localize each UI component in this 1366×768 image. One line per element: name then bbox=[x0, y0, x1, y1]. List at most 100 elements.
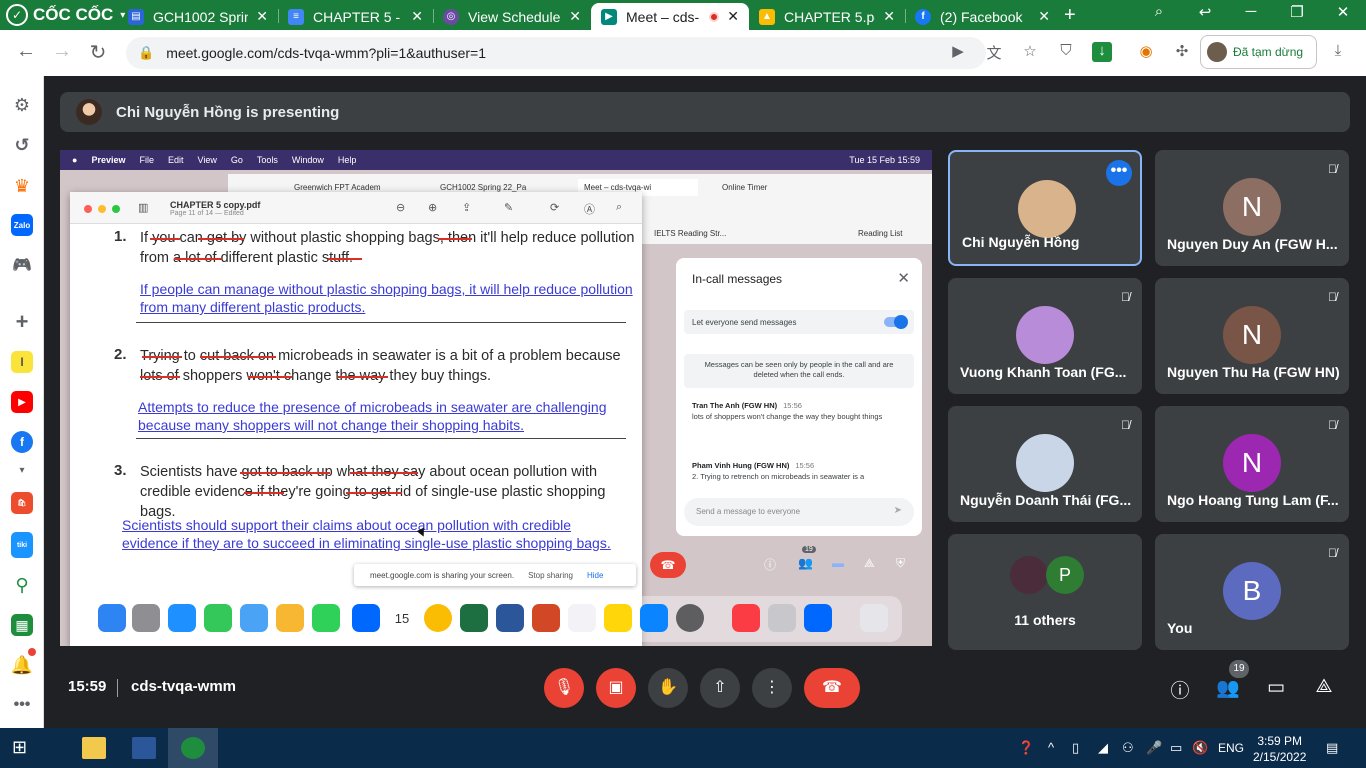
browser-tab-2[interactable]: ≡ CHAPTER 5 - Go ✕ bbox=[278, 3, 433, 30]
participant-tile[interactable]: 🎙̸ Vuong Khanh Toan (FG... bbox=[948, 278, 1142, 394]
youtube-icon[interactable]: ▶ bbox=[11, 391, 33, 413]
facebook-icon[interactable]: f bbox=[11, 431, 33, 453]
notification-bell-icon[interactable]: 🔔 bbox=[11, 654, 33, 676]
meeting-details-button[interactable]: ⓘ bbox=[1168, 676, 1192, 703]
bookmark-1: IELTS Reading Str... bbox=[654, 229, 727, 238]
chevron-down-icon[interactable]: ▾ bbox=[11, 459, 33, 481]
input-language[interactable]: ENG bbox=[1218, 741, 1244, 755]
network-icon[interactable]: ⚇ bbox=[1122, 740, 1134, 756]
puzzle-extensions-icon[interactable]: ✣ bbox=[1172, 42, 1192, 62]
activities-icon: ⟁ bbox=[1315, 676, 1333, 697]
participant-tile[interactable]: 🎙̸ N Ngo Hoang Tung Lam (F... bbox=[1155, 406, 1349, 522]
notifications-icon[interactable]: ▤ bbox=[1326, 740, 1338, 756]
avatar: N bbox=[1223, 178, 1281, 236]
raise-hand-button[interactable]: ✋ bbox=[648, 668, 688, 708]
extension-coccoc-icon[interactable]: ◉ bbox=[1136, 42, 1156, 62]
close-icon[interactable]: ✕ bbox=[1038, 8, 1050, 25]
download-tray-icon[interactable]: ⤓ bbox=[1328, 42, 1348, 62]
browser-tab-meet[interactable]: ▶ Meet – cds- ✕ bbox=[591, 3, 749, 30]
inner-meet-controls: ☎ ⓘ 👥 19 ▬ ⟁ ⛨ bbox=[650, 546, 922, 578]
mic-toggle-button[interactable]: 🎙 bbox=[544, 668, 584, 708]
close-icon[interactable]: ✕ bbox=[569, 8, 581, 25]
leave-call-button[interactable]: ☎ bbox=[804, 668, 860, 708]
close-icon[interactable]: ✕ bbox=[411, 8, 423, 25]
handwritten-answer: Attempts to reduce the presence of micro… bbox=[138, 399, 607, 433]
wifi-icon[interactable]: ◢ bbox=[1098, 740, 1108, 756]
browser-tab-3[interactable]: ◎ View Schedule ✕ bbox=[433, 3, 591, 30]
more-options-button[interactable]: ⋮ bbox=[752, 668, 792, 708]
people-icon: 👥 bbox=[1216, 678, 1240, 699]
more-icon[interactable]: ••• bbox=[11, 694, 33, 716]
bookmark-star-icon[interactable]: ☆ bbox=[1020, 42, 1040, 62]
settings-gear-icon[interactable]: ⚙ bbox=[11, 94, 33, 116]
add-shortcut-icon[interactable]: + bbox=[11, 309, 33, 334]
participant-tile[interactable]: 🎙̸ Nguyễn Doanh Thái (FG... bbox=[948, 406, 1142, 522]
address-bar[interactable]: 🔒 meet.google.com/cds-tvqa-wmm?pli=1&aut… bbox=[126, 37, 986, 69]
help-icon[interactable]: ❓ bbox=[1018, 740, 1034, 756]
others-tile[interactable]: P 11 others bbox=[948, 534, 1142, 650]
participant-tile[interactable]: ••• Chi Nguyễn Hồng bbox=[948, 150, 1142, 266]
participant-tile[interactable]: 🎙̸ N Nguyen Thu Ha (FGW HN) bbox=[1155, 278, 1349, 394]
microphone-icon[interactable]: 🎤 bbox=[1146, 740, 1162, 756]
avatar: N bbox=[1223, 434, 1281, 492]
mic-off-icon: 🎙̸ bbox=[1121, 418, 1130, 432]
file-explorer-icon[interactable] bbox=[82, 737, 106, 759]
forward-button[interactable]: → bbox=[50, 40, 74, 63]
activities-button[interactable]: ⟁ bbox=[1312, 676, 1336, 698]
sheet-icon[interactable]: ▦ bbox=[11, 614, 33, 636]
tab-search-icon[interactable]: ⌕ bbox=[1144, 3, 1174, 20]
crown-icon[interactable]: ♛ bbox=[11, 175, 33, 197]
zalo-icon[interactable]: Zalo bbox=[11, 214, 33, 236]
present-button[interactable]: ⇧ bbox=[700, 668, 740, 708]
tiki-icon[interactable]: tiki bbox=[11, 532, 33, 558]
browser-tab-1[interactable]: ▤ GCH1002 Spring ✕ bbox=[118, 3, 278, 30]
close-icon[interactable]: ✕ bbox=[883, 8, 895, 25]
avatar bbox=[76, 99, 102, 125]
doc-icon: ▤ bbox=[128, 8, 144, 25]
chat-button[interactable]: ▭ bbox=[1264, 676, 1288, 699]
people-button[interactable]: 👥 bbox=[1216, 676, 1240, 700]
new-tab-button[interactable]: + bbox=[1064, 4, 1076, 27]
gamepad-icon[interactable]: 🎮 bbox=[11, 254, 33, 276]
windows-start-icon[interactable]: ⊞ bbox=[12, 737, 36, 759]
self-tile[interactable]: 🎙̸ B You bbox=[1155, 534, 1349, 650]
preview-icon bbox=[768, 604, 796, 632]
more-options-icon[interactable]: ••• bbox=[1106, 160, 1132, 186]
shopee-icon[interactable]: 🛍 bbox=[11, 492, 33, 514]
participant-tile[interactable]: 🎙̸ N Nguyen Duy An (FGW H... bbox=[1155, 150, 1349, 266]
download-icon[interactable]: ↓ bbox=[1092, 42, 1112, 62]
mail-icon bbox=[240, 604, 268, 632]
coccoc-map-icon[interactable]: ⚲ bbox=[11, 574, 33, 596]
close-icon[interactable]: ✕ bbox=[256, 8, 268, 25]
close-icon[interactable]: ✕ bbox=[727, 8, 739, 25]
translate-icon[interactable]: 文 bbox=[984, 42, 1004, 62]
browser-tab-5[interactable]: ▲ CHAPTER 5.pdf ✕ bbox=[749, 3, 905, 30]
camera-toggle-button[interactable]: ▣ bbox=[596, 668, 636, 708]
system-preferences-icon bbox=[676, 604, 704, 632]
device-icon[interactable]: ▯ bbox=[1072, 740, 1079, 756]
battery-icon[interactable]: ▭ bbox=[1170, 740, 1182, 756]
maximize-button[interactable]: ❐ bbox=[1282, 3, 1312, 21]
chevron-up-icon[interactable]: ^ bbox=[1048, 740, 1054, 755]
coccoc-icon[interactable] bbox=[181, 737, 205, 759]
close-window-button[interactable]: ✕ bbox=[1328, 3, 1358, 21]
history-icon[interactable]: ↺ bbox=[11, 134, 33, 156]
shield-icon[interactable]: ⛉ bbox=[1056, 42, 1076, 62]
word-icon[interactable] bbox=[132, 737, 156, 759]
minimize-button[interactable]: ─ bbox=[1236, 3, 1266, 20]
browser-brand-menu[interactable]: ✓ CỐC CỐC ▾ bbox=[6, 3, 125, 27]
back-button[interactable]: ← bbox=[14, 40, 38, 63]
profile-paused-button[interactable]: Đã tạm dừng bbox=[1200, 35, 1317, 69]
note-icon[interactable]: I bbox=[11, 351, 33, 373]
camera-off-icon: ▣ bbox=[608, 679, 624, 696]
back-history-icon[interactable]: ↩ bbox=[1190, 3, 1220, 21]
participant-count-badge: 19 bbox=[1229, 660, 1249, 678]
browser-tab-6[interactable]: f (2) Facebook ✕ bbox=[905, 3, 1060, 30]
system-clock[interactable]: 3:59 PM 2/15/2022 bbox=[1253, 733, 1306, 765]
chat-icon: ▬ bbox=[832, 556, 844, 570]
avatar bbox=[1016, 434, 1074, 492]
volume-mute-icon[interactable]: 🔇 bbox=[1192, 740, 1208, 756]
reload-button[interactable]: ↻ bbox=[86, 40, 110, 65]
recording-dot-icon bbox=[709, 11, 720, 22]
camera-icon[interactable]: ▶ bbox=[948, 42, 968, 62]
